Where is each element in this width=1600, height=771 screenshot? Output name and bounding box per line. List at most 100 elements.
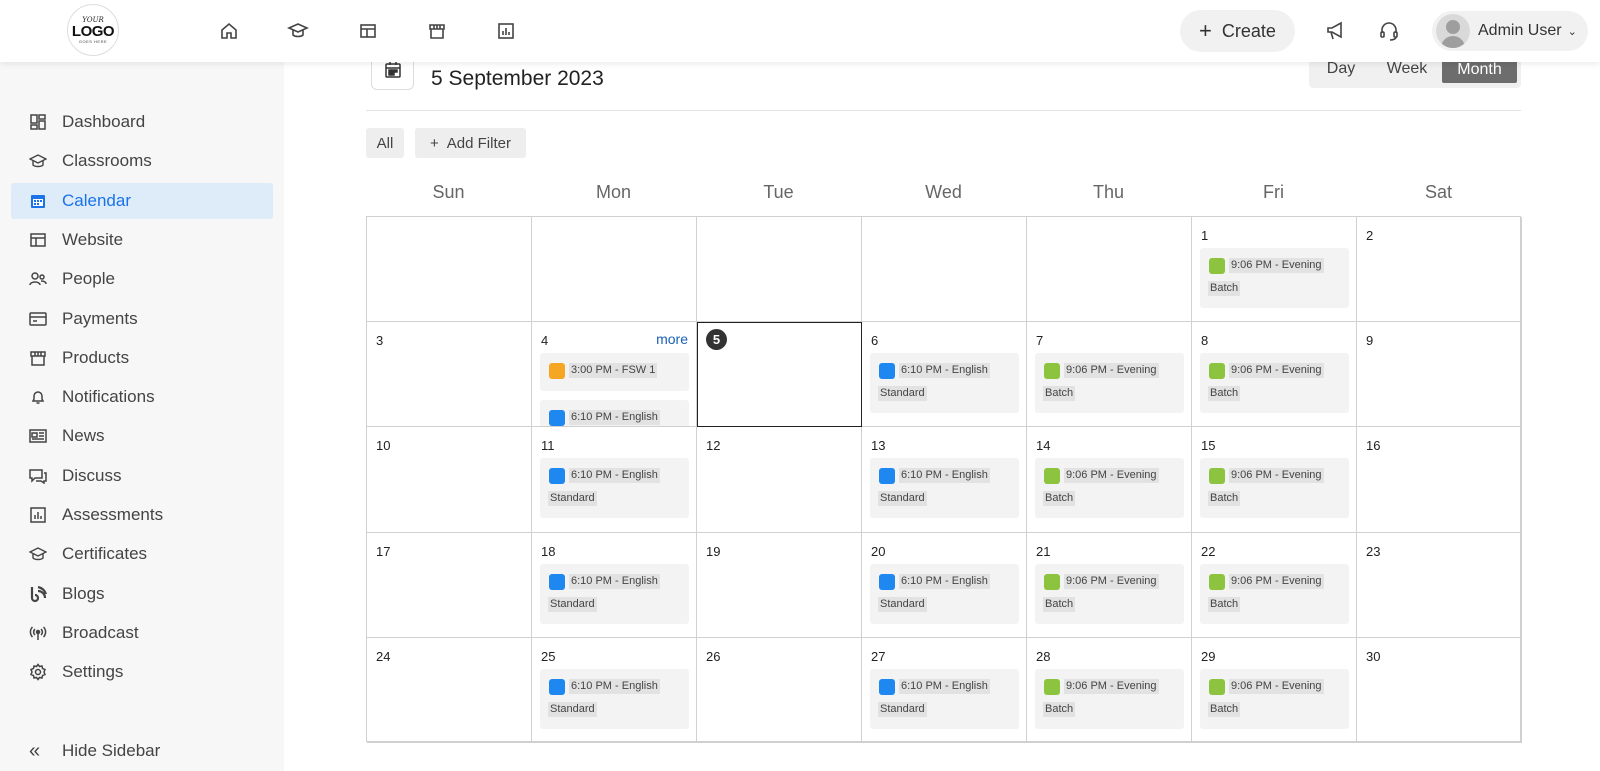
day-cell[interactable]: 17	[367, 532, 532, 638]
event-title-continued: Standard	[878, 701, 927, 717]
event-color-indicator	[879, 468, 895, 485]
sidebar-item-website[interactable]: Website	[11, 222, 273, 258]
sidebar-item-assessments[interactable]: Assessments	[11, 497, 273, 533]
user-menu[interactable]: Admin User ⌄	[1432, 11, 1588, 51]
sidebar-item-payments[interactable]: Payments	[11, 301, 273, 337]
calendar-event[interactable]: 6:10 PM - English Standard	[540, 563, 689, 624]
day-cell[interactable]: 25 6:10 PM - English Standard	[532, 637, 697, 743]
day-number: 11	[541, 438, 555, 454]
sidebar-item-broadcast[interactable]: Broadcast	[11, 615, 273, 651]
event-title: 6:10 PM - English	[569, 468, 660, 484]
day-number: 28	[1036, 648, 1051, 664]
day-cell[interactable]: 22 9:06 PM - Evening Batch	[1192, 532, 1357, 638]
calendar-event[interactable]: 6:10 PM - English Standard	[870, 563, 1019, 624]
calendar-event[interactable]: 6:10 PM - English Standard	[870, 668, 1019, 729]
day-cell[interactable]: 14 9:06 PM - Evening Batch	[1027, 427, 1192, 533]
day-number: 23	[1366, 543, 1381, 559]
calendar-event[interactable]: 9:06 PM - Evening Batch	[1200, 668, 1349, 729]
day-cell[interactable]: 9	[1357, 322, 1522, 428]
event-color-indicator	[549, 468, 565, 485]
sidebar-item-blogs[interactable]: Blogs	[11, 576, 273, 612]
calendar-event[interactable]: 9:06 PM - Evening Batch	[1200, 248, 1349, 308]
sidebar: Dashboard Classrooms Calendar Website People…	[0, 62, 284, 771]
event-title-continued: Standard	[548, 701, 597, 717]
sidebar-item-certificates[interactable]: Certificates	[11, 536, 273, 572]
website-icon[interactable]	[356, 19, 380, 43]
calendar-event[interactable]: 9:06 PM - Evening Batch	[1035, 668, 1184, 729]
sidebar-item-discuss[interactable]: Discuss	[11, 458, 273, 494]
sidebar-item-calendar[interactable]: Calendar	[11, 182, 273, 219]
day-cell[interactable]: 7 9:06 PM - Evening Batch	[1027, 322, 1192, 428]
home-icon[interactable]	[217, 19, 241, 43]
calendar-event[interactable]: 6:10 PM - English Standard	[540, 668, 689, 729]
calendar-event[interactable]: 9:06 PM - Evening Batch	[1200, 353, 1349, 414]
store-icon[interactable]	[425, 19, 449, 43]
event-title-continued: Batch	[1043, 491, 1076, 507]
event-title: 6:10 PM - English	[569, 410, 660, 426]
day-cell[interactable]: 4 more 3:00 PM - FSW 1 6:10 PM - English	[532, 322, 697, 428]
day-cell[interactable]: 2	[1357, 217, 1522, 323]
calendar-event[interactable]: 6:10 PM - English	[540, 400, 689, 427]
chart-icon[interactable]	[494, 19, 518, 43]
day-cell[interactable]: 1 9:06 PM - Evening Batch	[1192, 217, 1357, 323]
day-cell[interactable]: 3	[367, 322, 532, 428]
day-cell[interactable]: 10	[367, 427, 532, 533]
day-cell[interactable]: 16	[1357, 427, 1522, 533]
day-cell[interactable]: 8 9:06 PM - Evening Batch	[1192, 322, 1357, 428]
sidebar-item-classrooms[interactable]: Classrooms	[11, 143, 273, 179]
day-cell[interactable]: 11 6:10 PM - English Standard	[532, 427, 697, 533]
calendar-event[interactable]: 9:06 PM - Evening Batch	[1200, 563, 1349, 624]
day-cell[interactable]: 6 6:10 PM - English Standard	[862, 322, 1027, 428]
more-link[interactable]: more	[656, 331, 688, 347]
day-cell[interactable]: 19	[697, 532, 862, 638]
sidebar-item-people[interactable]: People	[11, 261, 273, 297]
calendar-event[interactable]: 3:00 PM - FSW 1	[540, 353, 689, 392]
plus-icon: +	[430, 134, 439, 152]
day-cell[interactable]	[532, 217, 697, 323]
weekday-header: Thu	[1092, 182, 1125, 202]
event-title: 6:10 PM - English	[569, 573, 660, 589]
sidebar-item-settings[interactable]: Settings	[11, 654, 273, 690]
day-cell[interactable]: 26	[697, 637, 862, 743]
day-cell[interactable]: 20 6:10 PM - English Standard	[862, 532, 1027, 638]
logo[interactable]: YOUR LOGO GOES HERE	[67, 4, 119, 56]
add-filter-button[interactable]: + Add Filter	[415, 128, 526, 158]
hide-sidebar-button[interactable]: « Hide Sidebar	[11, 732, 273, 768]
headset-icon[interactable]	[1377, 19, 1401, 43]
day-cell[interactable]: 21 9:06 PM - Evening Batch	[1027, 532, 1192, 638]
day-cell[interactable]: 28 9:06 PM - Evening Batch	[1027, 637, 1192, 743]
sidebar-item-products[interactable]: Products	[11, 340, 273, 376]
day-cell[interactable]: 30	[1357, 637, 1522, 743]
calendar-event[interactable]: 9:06 PM - Evening Batch	[1035, 458, 1184, 519]
event-color-indicator	[879, 363, 895, 380]
sidebar-item-notifications[interactable]: Notifications	[11, 379, 273, 415]
calendar-event[interactable]: 6:10 PM - English Standard	[870, 458, 1019, 519]
day-cell[interactable]: 27 6:10 PM - English Standard	[862, 637, 1027, 743]
day-cell[interactable]: 15 9:06 PM - Evening Batch	[1192, 427, 1357, 533]
megaphone-icon[interactable]	[1324, 19, 1348, 43]
day-cell[interactable]	[367, 217, 532, 323]
calendar-event[interactable]: 6:10 PM - English Standard	[870, 353, 1019, 414]
day-cell[interactable]	[697, 217, 862, 323]
day-cell[interactable]	[862, 217, 1027, 323]
day-cell[interactable]	[1027, 217, 1192, 323]
day-cell[interactable]: 18 6:10 PM - English Standard	[532, 532, 697, 638]
create-button[interactable]: + Create	[1180, 10, 1295, 52]
hide-sidebar-label: Hide Sidebar	[62, 741, 161, 760]
filter-all-button[interactable]: All	[366, 128, 404, 158]
event-title-continued: Standard	[548, 596, 597, 612]
day-cell[interactable]: 12	[697, 427, 862, 533]
calendar-event[interactable]: 9:06 PM - Evening Batch	[1035, 563, 1184, 624]
calendar-event[interactable]: 6:10 PM - English Standard	[540, 458, 689, 519]
sidebar-item-dashboard[interactable]: Dashboard	[11, 104, 273, 140]
calendar-event[interactable]: 9:06 PM - Evening Batch	[1035, 353, 1184, 414]
day-cell[interactable]: 29 9:06 PM - Evening Batch	[1192, 637, 1357, 743]
day-cell[interactable]: 13 6:10 PM - English Standard	[862, 427, 1027, 533]
day-cell[interactable]: 5	[697, 322, 862, 428]
classroom-icon[interactable]	[286, 19, 310, 43]
day-cell[interactable]: 24	[367, 637, 532, 743]
day-cell[interactable]: 23	[1357, 532, 1522, 638]
calendar-event[interactable]: 9:06 PM - Evening Batch	[1200, 458, 1349, 519]
sidebar-item-label: Website	[62, 229, 124, 249]
sidebar-item-news[interactable]: News	[11, 418, 273, 454]
